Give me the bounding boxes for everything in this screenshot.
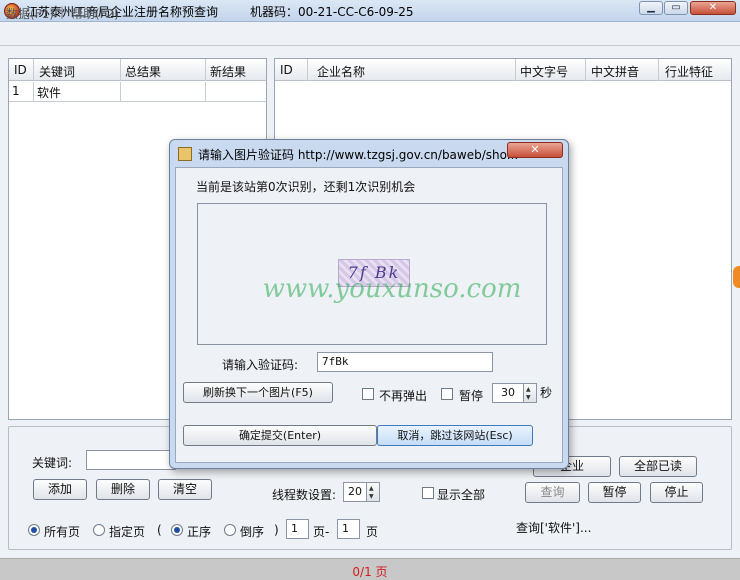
submit-button[interactable]: 确定提交(Enter) [183,425,377,446]
page-from-input[interactable]: 1 [286,519,309,539]
recognition-info: 当前是该站第0次识别，还剩1次识别机会 [196,180,416,194]
page-to-input[interactable]: 1 [337,519,360,539]
page-separator: 页- [313,525,330,539]
dialog-body: 当前是该站第0次识别，还剩1次识别机会 7f Bk www.youxunso.c… [175,167,563,463]
menu-bar [0,22,740,46]
clear-button[interactable]: 清空 [158,479,212,500]
col-header-company-name[interactable]: 企业名称 [317,63,365,80]
seconds-spinner[interactable]: ▲ ▼ [523,383,537,403]
stop-button[interactable]: 停止 [650,482,703,503]
col-header-cn-name[interactable]: 中文字号 [520,63,568,80]
col-header-total[interactable]: 总结果 [125,63,161,80]
seconds-input[interactable]: 30 [492,383,524,403]
pause-button[interactable]: 暂停 [588,482,641,503]
code-label: 请输入验证码: [222,358,299,372]
seconds-label: 秒 [540,386,553,400]
paren-close: ) [274,523,279,537]
thread-spinner[interactable]: ▲ ▼ [366,482,380,502]
minimize-icon[interactable]: ▁ [639,1,663,15]
spin-up-icon[interactable]: ▲ [526,387,531,393]
thread-label: 线程数设置: [272,488,337,502]
keyword-table-header: ID 关键词 总结果 新结果 [9,59,266,81]
thread-input[interactable]: 20 [343,482,367,502]
captcha-frame: 7f Bk www.youxunso.com [197,203,547,345]
side-tab[interactable] [733,266,740,288]
query-button[interactable]: 查询 [525,482,580,503]
refresh-captcha-button[interactable]: 刷新换下一个图片(F5) [183,382,333,403]
mark-all-read-button[interactable]: 全部已读 [619,456,697,477]
watermark: www.youxunso.com [262,274,522,304]
forward-order-radio[interactable] [171,524,183,536]
no-popup-label: 不再弹出 [379,389,428,403]
menu-help[interactable]: 帮助(F2) [71,5,119,22]
window-title: 江苏泰州工商局企业注册名称预查询 [26,5,219,19]
col-header-id[interactable]: ID [280,63,293,77]
pause-checkbox[interactable] [441,388,453,400]
forward-order-label: 正序 [187,525,212,539]
dialog-title: 请输入图片验证码 http://www.tzgsj.gov.cn/baweb/s… [198,148,519,162]
cell-keyword: 软件 [37,86,62,100]
captcha-dialog: 请输入图片验证码 http://www.tzgsj.gov.cn/baweb/s… [169,139,569,469]
machine-code: 机器码：00-21-CC-C6-09-25 [250,5,414,19]
show-all-checkbox[interactable] [422,487,434,499]
maximize-icon[interactable]: ▭ [664,1,688,15]
pause-label: 暂停 [459,389,484,403]
query-status: 查询['软件']... [516,521,592,535]
menu-data[interactable]: 数据(F1) [6,5,54,22]
java-cup-icon [178,147,192,161]
dialog-close-icon[interactable]: ✕ [507,142,563,158]
close-icon[interactable]: ✕ [690,1,736,15]
all-pages-radio[interactable] [28,524,40,536]
captcha-code-input[interactable]: 7fBk [317,352,493,372]
menu-separator: | [60,5,65,19]
add-button[interactable]: 添加 [33,479,87,500]
table-row[interactable]: 1 软件 [9,82,266,101]
specified-page-label: 指定页 [109,525,146,539]
show-all-label: 显示全部 [437,488,486,502]
page-suffix: 页 [366,525,379,539]
spin-down-icon[interactable]: ▼ [526,395,531,401]
col-header-pinyin[interactable]: 中文拼音 [591,63,639,80]
paren-open: ( [157,523,162,537]
spin-up-icon[interactable]: ▲ [369,486,374,492]
keyword-label: 关键词: [32,456,73,470]
company-table-header: ID 企业名称 中文字号 中文拼音 行业特征 [275,59,731,81]
col-header-keyword[interactable]: 关键词 [39,63,75,80]
reverse-order-radio[interactable] [224,524,236,536]
keyword-input[interactable] [86,450,176,470]
all-pages-label: 所有页 [44,525,81,539]
col-header-industry[interactable]: 行业特征 [665,63,713,80]
col-header-new[interactable]: 新结果 [210,63,246,80]
reverse-order-label: 倒序 [240,525,265,539]
specified-page-radio[interactable] [93,524,105,536]
page-counter: 0/1 页 [352,565,388,579]
cell-id: 1 [12,84,20,98]
col-header-id[interactable]: ID [14,63,27,77]
no-popup-checkbox[interactable] [362,388,374,400]
delete-button[interactable]: 删除 [96,479,150,500]
skip-site-button[interactable]: 取消，跳过该网站(Esc) [377,425,533,446]
spin-down-icon[interactable]: ▼ [369,494,374,500]
